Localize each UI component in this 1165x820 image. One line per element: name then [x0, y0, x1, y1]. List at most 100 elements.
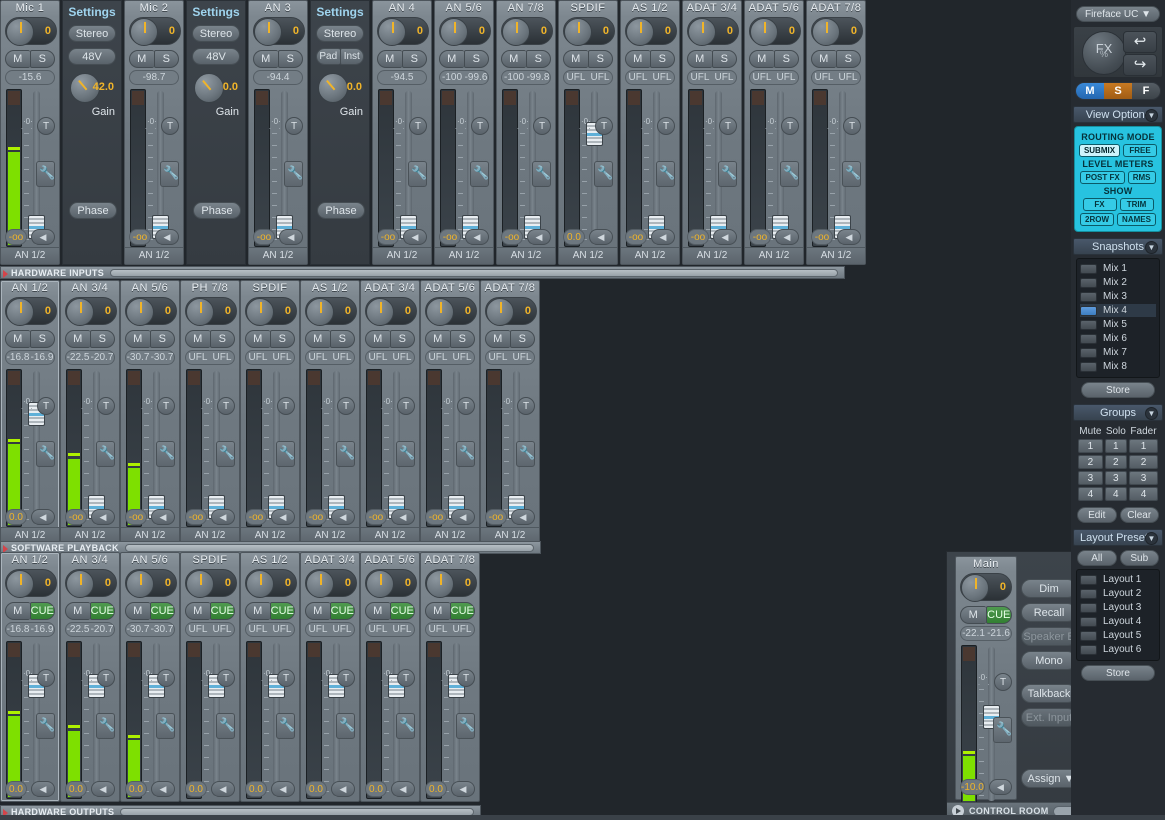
- left-arrow-icon[interactable]: ◀: [91, 781, 115, 797]
- gain-value[interactable]: 0.0: [305, 781, 327, 797]
- left-arrow-icon[interactable]: ◀: [151, 781, 175, 797]
- groups-edit-button[interactable]: Edit: [1077, 507, 1117, 523]
- left-arrow-icon[interactable]: ◀: [391, 781, 415, 797]
- pan-knob[interactable]: 0: [5, 569, 57, 597]
- trim-button[interactable]: T: [517, 397, 535, 415]
- channel-strip-adat-7-8[interactable]: ADAT 7/80MSUFLUFL·0·· ·T-oo◀AN 1/2: [806, 0, 866, 265]
- knob-dial[interactable]: [66, 570, 94, 598]
- channel-strip-adat-5-6[interactable]: ADAT 5/60MSUFLUFL·0·· ·T-oo◀AN 1/2: [744, 0, 804, 265]
- channel-strip-spdif[interactable]: SPDIF0MSUFLUFL·0·· ·T-oo◀AN 1/2: [240, 280, 300, 545]
- mute-button[interactable]: M: [5, 602, 30, 620]
- gain-value[interactable]: 0.0: [185, 781, 207, 797]
- knob-dial[interactable]: [564, 18, 592, 46]
- pan-knob[interactable]: 0: [305, 297, 357, 325]
- gain-value[interactable]: -oo: [5, 229, 27, 245]
- mute-button[interactable]: M: [125, 330, 150, 348]
- phase-button[interactable]: Phase: [69, 202, 117, 219]
- mute-button[interactable]: M: [425, 602, 450, 620]
- gain-value[interactable]: -oo: [129, 229, 151, 245]
- left-arrow-icon[interactable]: ◀: [91, 509, 115, 525]
- left-arrow-icon[interactable]: ◀: [511, 509, 535, 525]
- left-arrow-icon[interactable]: ◀: [271, 781, 295, 797]
- trim-button[interactable]: T: [781, 117, 799, 135]
- gain-value[interactable]: -10.0: [960, 779, 985, 795]
- pan-knob[interactable]: 0: [65, 569, 117, 597]
- gain-value[interactable]: -oo: [305, 509, 327, 525]
- channel-strip-an-7-8[interactable]: AN 7/80MS-100-99.8·0·· ·T-oo◀AN 1/2: [496, 0, 556, 265]
- wrench-icon[interactable]: [96, 713, 115, 739]
- mono-button[interactable]: Mono: [1021, 651, 1077, 670]
- mute-button[interactable]: M: [305, 602, 330, 620]
- left-arrow-icon[interactable]: ◀: [403, 229, 427, 245]
- group-button[interactable]: 3: [1129, 471, 1158, 485]
- wrench-icon[interactable]: [216, 441, 235, 467]
- channel-strip-spdif[interactable]: SPDIF0MCUEUFLUFL·0·· ·T0.0◀: [180, 552, 240, 802]
- undo-arrow-icon[interactable]: ↩: [1123, 31, 1157, 53]
- wrench-icon[interactable]: [276, 713, 295, 739]
- gain-value[interactable]: 0.0: [5, 781, 27, 797]
- knob-dial[interactable]: [246, 298, 274, 326]
- trim-button[interactable]: T: [97, 669, 115, 687]
- layout-layout-2[interactable]: Layout 2: [1080, 587, 1156, 600]
- knob-dial[interactable]: [186, 298, 214, 326]
- pan-knob[interactable]: 0: [365, 569, 417, 597]
- channel-strip-an-1-2[interactable]: AN 1/20MS-16.8-16.9·0·· ·T0.0◀AN 1/2: [0, 280, 60, 545]
- mute-button[interactable]: M: [811, 50, 836, 68]
- gain-value[interactable]: 0.0: [65, 781, 87, 797]
- knob-dial[interactable]: [366, 298, 394, 326]
- trim-button[interactable]: T: [277, 669, 295, 687]
- channel-strip-an-3-4[interactable]: AN 3/40MCUE-22.5-20.7·0·· ·T0.0◀: [60, 552, 120, 802]
- trim-button[interactable]: T: [595, 117, 613, 135]
- mute-button[interactable]: M: [485, 330, 510, 348]
- snapshots-header[interactable]: Snapshots ▼: [1073, 238, 1163, 255]
- gain-value[interactable]: -oo: [687, 229, 709, 245]
- view-option-post-fx[interactable]: POST FX: [1080, 171, 1124, 184]
- trim-button[interactable]: T: [217, 397, 235, 415]
- destination-label[interactable]: AN 1/2: [249, 247, 307, 264]
- layout-presets-header[interactable]: Layout Presets ▼: [1073, 529, 1163, 546]
- trim-button[interactable]: T: [161, 117, 179, 135]
- cue-button[interactable]: CUE: [986, 606, 1013, 624]
- knob-dial[interactable]: [6, 298, 34, 326]
- wrench-icon[interactable]: [842, 161, 861, 187]
- left-arrow-icon[interactable]: ◀: [391, 509, 415, 525]
- mute-button[interactable]: M: [960, 606, 986, 624]
- view-option-submix[interactable]: SUBMIX: [1079, 144, 1120, 157]
- destination-label[interactable]: AN 1/2: [621, 247, 679, 264]
- channel-strip-an-4[interactable]: AN 40MS-94.5·0·· ·T-oo◀AN 1/2: [372, 0, 432, 265]
- destination-label[interactable]: AN 1/2: [125, 247, 183, 264]
- layout-sub-button[interactable]: Sub: [1120, 550, 1160, 566]
- view-option-rms[interactable]: RMS: [1128, 171, 1156, 184]
- left-arrow-icon[interactable]: ◀: [465, 229, 489, 245]
- knob-dial[interactable]: [486, 298, 514, 326]
- cue-button[interactable]: CUE: [270, 602, 296, 620]
- knob-dial[interactable]: [130, 18, 158, 46]
- solo-button[interactable]: S: [510, 330, 536, 348]
- destination-label[interactable]: AN 1/2: [745, 247, 803, 264]
- wrench-icon[interactable]: [470, 161, 489, 187]
- knob-dial[interactable]: [126, 570, 154, 598]
- view-option-names[interactable]: NAMES: [1117, 213, 1156, 226]
- solo-button[interactable]: S: [270, 330, 296, 348]
- group-button[interactable]: 2: [1105, 455, 1127, 469]
- mute-button[interactable]: M: [5, 330, 30, 348]
- gain-knob[interactable]: [318, 73, 348, 103]
- channel-strip-an-5-6[interactable]: AN 5/60MS-100-99.6·0·· ·T-oo◀AN 1/2: [434, 0, 494, 265]
- stereo-button[interactable]: Stereo: [192, 25, 240, 42]
- left-arrow-icon[interactable]: ◀: [527, 229, 551, 245]
- knob-dial[interactable]: [66, 298, 94, 326]
- pan-knob[interactable]: 0: [129, 17, 181, 45]
- pan-knob[interactable]: 0: [245, 297, 297, 325]
- gain-value[interactable]: 0.0: [125, 781, 147, 797]
- channel-strip-mic-2[interactable]: Mic 20MS-98.7·0·· ·T-oo◀AN 1/2: [124, 0, 184, 265]
- mute-button[interactable]: M: [185, 602, 210, 620]
- channel-strip-adat-5-6[interactable]: ADAT 5/60MSUFLUFL·0·· ·T-oo◀AN 1/2: [420, 280, 480, 545]
- left-arrow-icon[interactable]: ◀: [31, 781, 55, 797]
- pan-knob[interactable]: 0: [185, 297, 237, 325]
- gain-value[interactable]: -oo: [749, 229, 771, 245]
- destination-label[interactable]: AN 1/2: [807, 247, 865, 264]
- knob-dial[interactable]: [6, 570, 34, 598]
- phantom-button[interactable]: 48V: [192, 48, 240, 65]
- left-arrow-icon[interactable]: ◀: [211, 509, 235, 525]
- trim-button[interactable]: T: [533, 117, 551, 135]
